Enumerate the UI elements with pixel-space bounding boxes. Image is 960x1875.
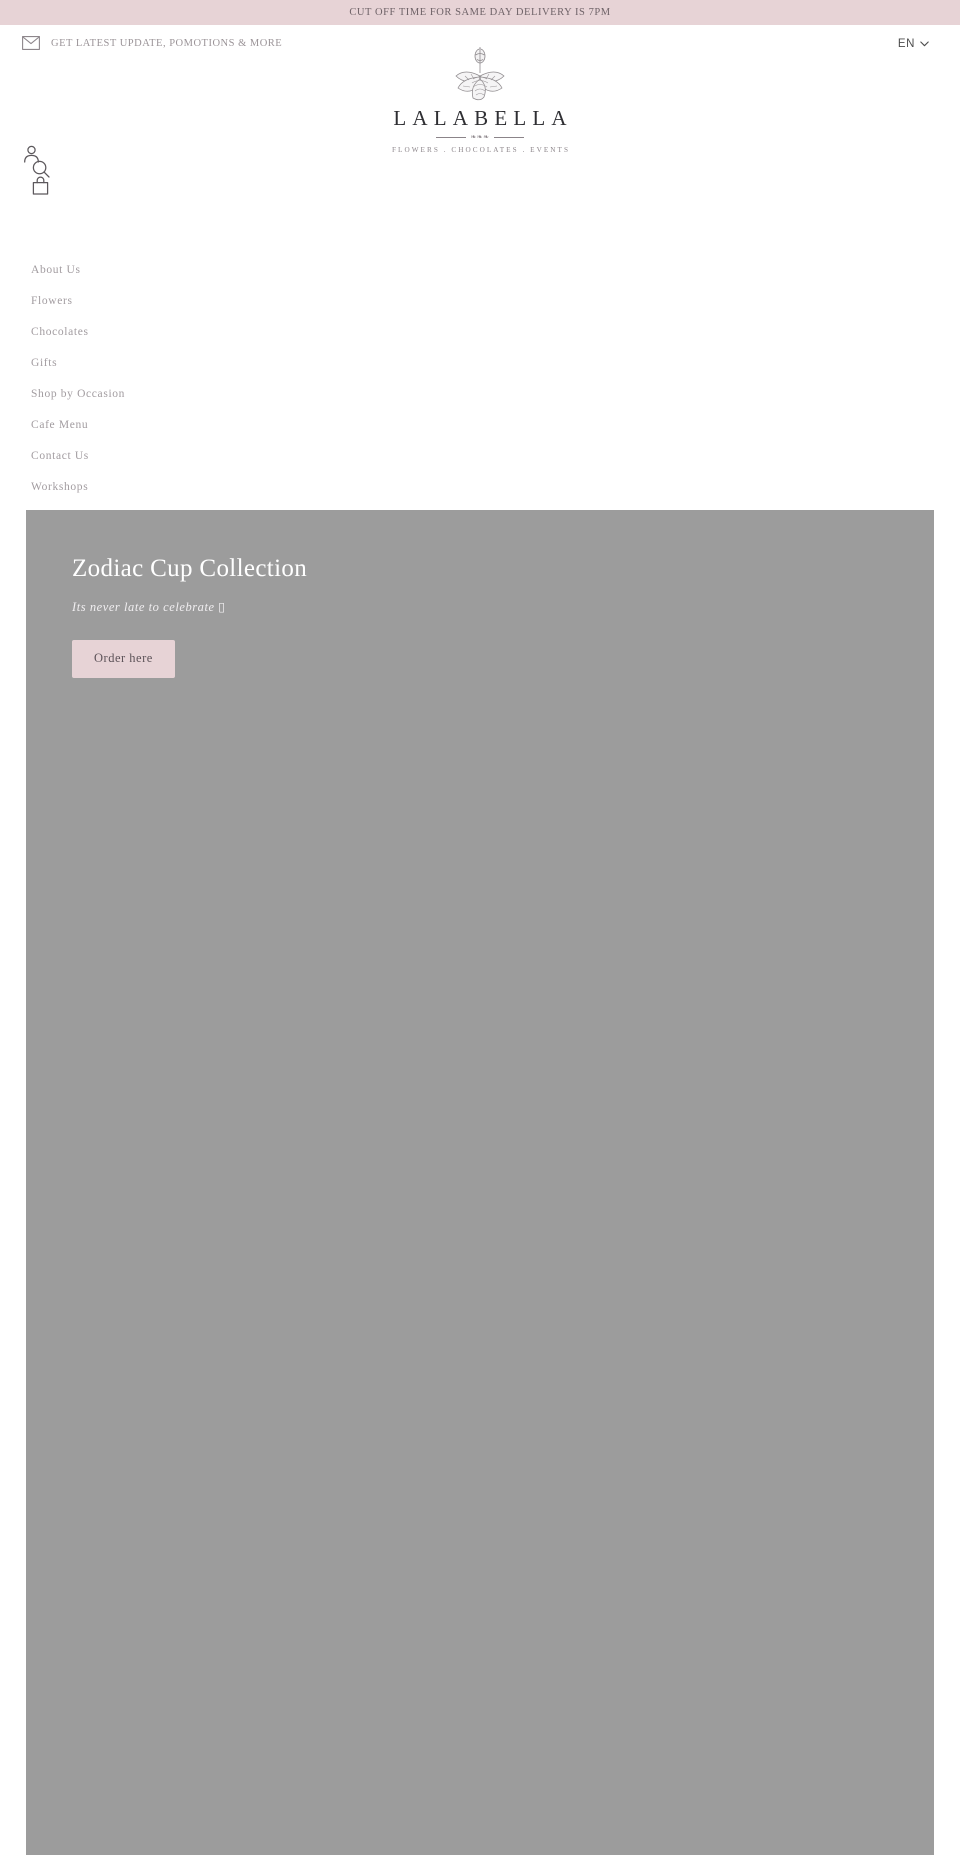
utility-bar: GET LATEST UPDATE, POMOTIONS & MORE EN [0,25,960,72]
nav-item-contact-us[interactable]: Contact Us [0,441,300,472]
hero-content: Zodiac Cup Collection Its never late to … [72,555,632,678]
nav-item-gifts[interactable]: Gifts [0,348,300,379]
newsletter-signup-link[interactable]: GET LATEST UPDATE, POMOTIONS & MORE [22,36,282,50]
hero-banner: Zodiac Cup Collection Its never late to … [26,510,934,1855]
nav-item-shop-by-occasion[interactable]: Shop by Occasion [0,379,300,410]
main-navigation: About Us Flowers Chocolates Gifts Shop b… [0,255,300,503]
nav-item-flowers[interactable]: Flowers [0,286,300,317]
logo-divider-ornament: ❧❧❧ [436,133,524,142]
announcement-bar: CUT OFF TIME FOR SAME DAY DELIVERY IS 7P… [0,0,960,25]
shopping-bag-icon[interactable] [32,176,49,195]
hero-subtitle: Its never late to celebrate ▯ [72,599,226,614]
nav-item-chocolates[interactable]: Chocolates [0,317,300,348]
divider-rule-right [493,137,524,139]
hero-title: Zodiac Cup Collection [72,555,308,582]
announcement-text: CUT OFF TIME FOR SAME DAY DELIVERY IS 7P… [349,7,611,18]
order-here-button[interactable]: Order here [72,639,175,678]
nav-item-cafe-menu[interactable]: Cafe Menu [0,410,300,441]
divider-rule-left [436,137,467,139]
newsletter-label: GET LATEST UPDATE, POMOTIONS & MORE [51,37,283,49]
logo-tagline: FLOWERS . CHOCOLATES . EVENTS [391,146,571,155]
nav-item-about-us[interactable]: About Us [0,255,300,286]
logo-wordmark: LALABELLA [393,106,573,130]
mail-icon [22,36,40,50]
divider-ornament-glyph: ❧❧❧ [470,133,490,142]
chevron-down-icon [920,41,929,47]
nav-item-workshops[interactable]: Workshops [0,472,300,503]
language-selected-value: EN [897,38,915,50]
language-switcher[interactable]: EN [898,38,929,50]
